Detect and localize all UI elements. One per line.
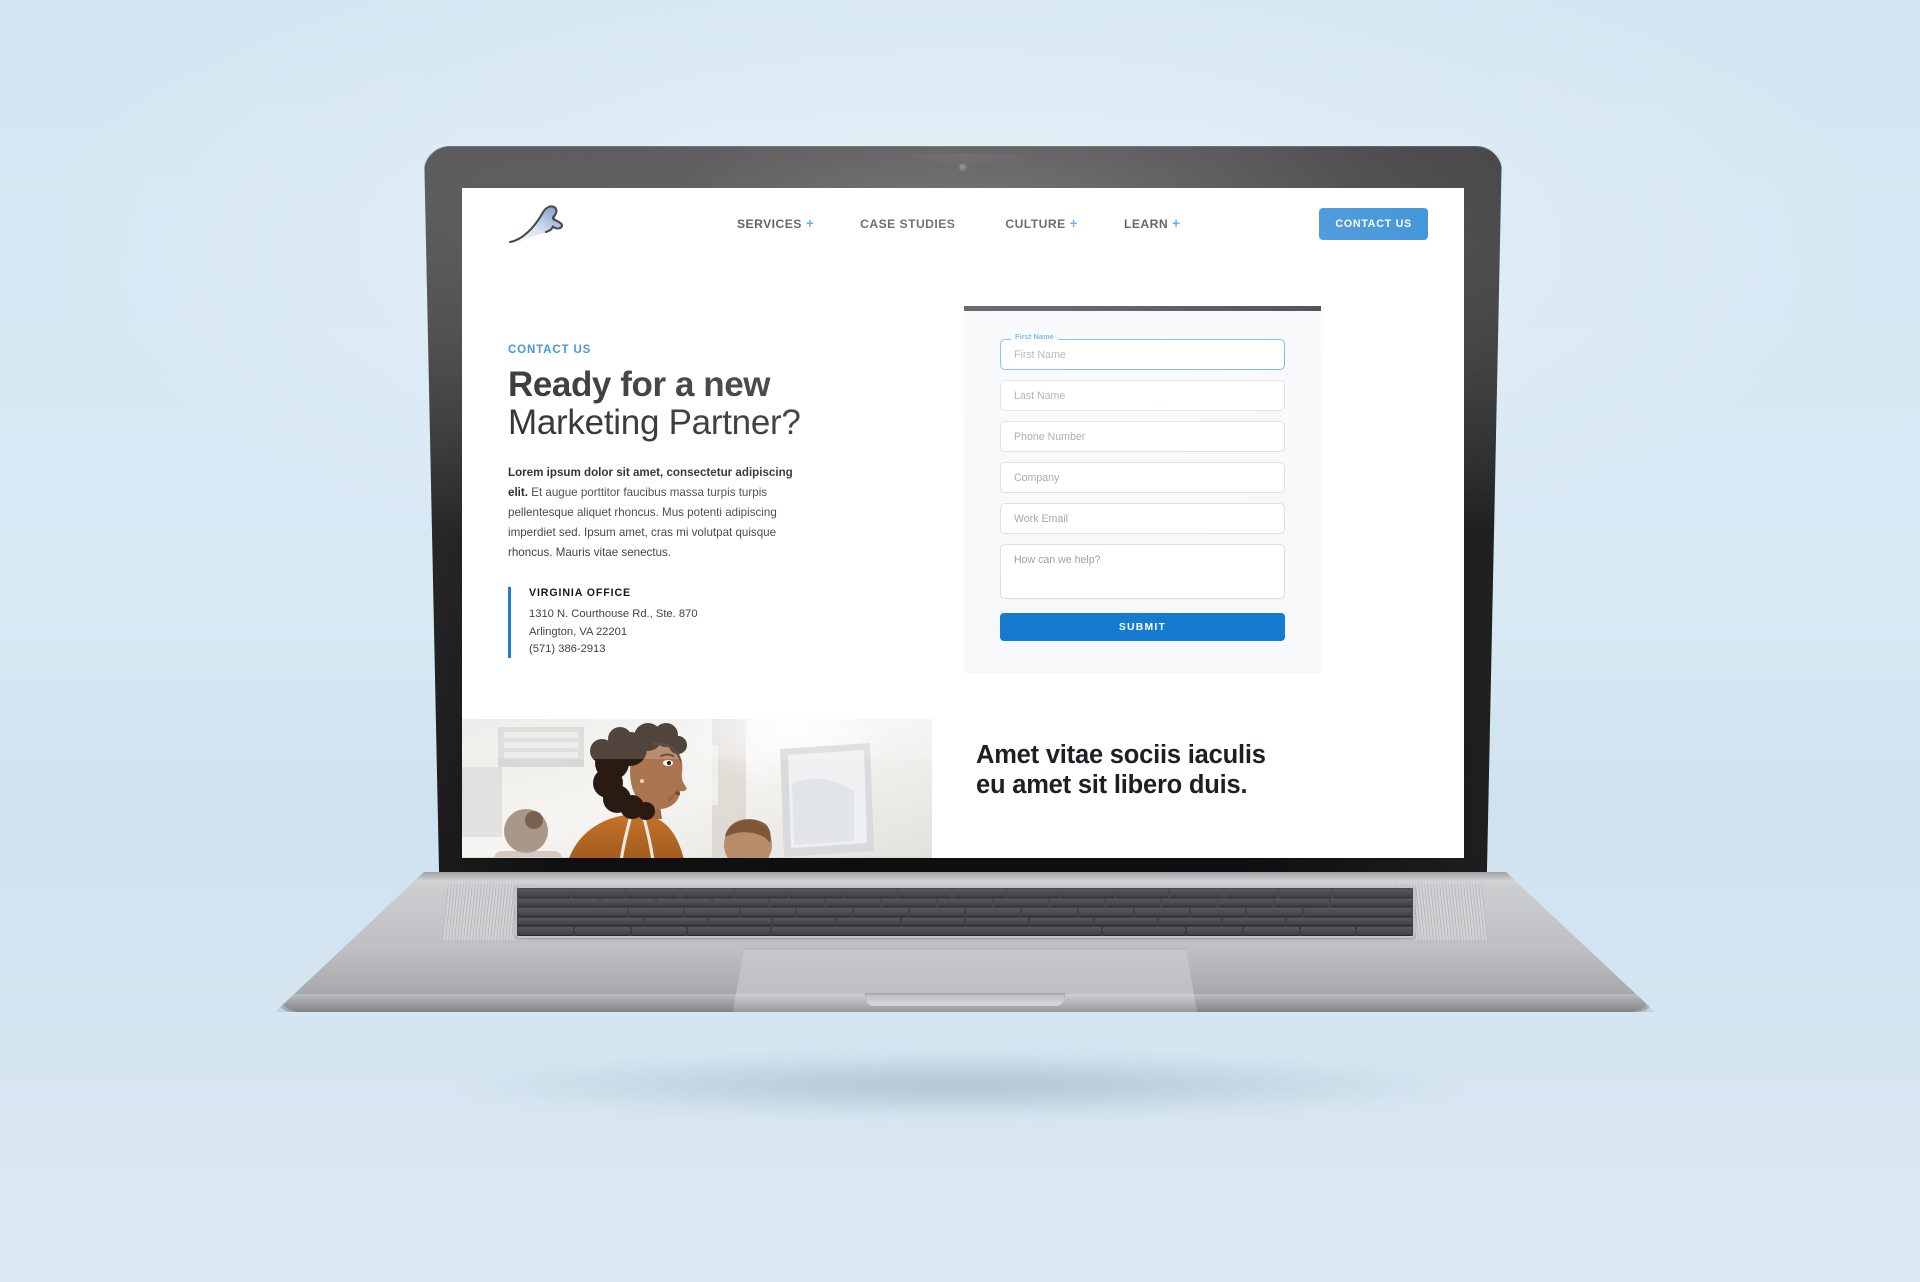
keyboard-row (518, 927, 1412, 935)
keyboard-row (518, 908, 1412, 916)
message-textarea[interactable]: How can we help? (1000, 544, 1285, 599)
keyboard-row (518, 889, 1412, 897)
field-phone-number: Phone Number (1000, 421, 1285, 452)
office-name: VIRGINIA OFFICE (529, 587, 631, 600)
laptop-hinge (407, 872, 1523, 881)
screen-viewport: SERVICES + CASE STUDIES CULTURE + LEARN … (462, 188, 1464, 858)
keyboard[interactable] (515, 886, 1415, 938)
field-company: Company (1000, 462, 1285, 493)
section-eyebrow: CONTACT US (508, 344, 592, 356)
intro-rest: Et augue porttitor faucibus massa turpis… (508, 485, 777, 560)
keyboard-row (518, 898, 1412, 907)
contact-section: CONTACT US Ready for a new Marketing Par… (462, 260, 1464, 673)
contact-copy-column: CONTACT US Ready for a new Marketing Par… (508, 306, 908, 673)
intro-paragraph: Lorem ipsum dolor sit amet, consectetur … (508, 463, 808, 564)
plus-icon: + (1069, 216, 1078, 232)
site-header: SERVICES + CASE STUDIES CULTURE + LEARN … (462, 188, 1464, 260)
scene-backdrop: SERVICES + CASE STUDIES CULTURE + LEARN … (0, 0, 1920, 1282)
keyboard-row (518, 917, 1412, 926)
submit-button[interactable]: SUBMIT (1000, 613, 1285, 641)
office-city-state-zip: Arlington, VA 22201 (529, 625, 628, 638)
first-name-input[interactable]: First Name (1000, 339, 1285, 370)
page-title-line2: Marketing Partner? (508, 403, 801, 443)
nav-label: CASE STUDIES (860, 217, 956, 231)
band-heading: Amet vitae sociis iaculis eu amet sit li… (932, 719, 1464, 800)
webcam-icon (959, 164, 967, 171)
page-title-line1: Ready for a new (508, 365, 771, 404)
field-message: How can we help? (1000, 544, 1285, 599)
first-name-floating-label: First Name (1011, 333, 1058, 340)
nav-item-services[interactable]: SERVICES + (737, 217, 814, 231)
nav-item-culture[interactable]: CULTURE + (1005, 217, 1078, 231)
phone-number-input[interactable]: Phone Number (1000, 421, 1285, 452)
work-email-input[interactable]: Work Email (1000, 503, 1285, 534)
nav-item-learn[interactable]: LEARN + (1124, 217, 1180, 231)
nav-label: SERVICES (736, 217, 802, 231)
band-heading-line2: eu amet sit libero duis. (976, 770, 1248, 799)
field-first-name: First Name First Name (1000, 333, 1285, 370)
company-input[interactable]: Company (1000, 462, 1285, 493)
last-name-input[interactable]: Last Name (1000, 380, 1285, 411)
bottom-band: Amet vitae sociis iaculis eu amet sit li… (462, 719, 1464, 858)
plus-icon: + (805, 216, 815, 232)
nav-label: LEARN (1123, 217, 1169, 231)
field-work-email: Work Email (1000, 503, 1285, 534)
contact-form-panel: First Name First Name Last Name Phone Nu… (964, 306, 1321, 673)
base-open-notch (865, 993, 1065, 1006)
office-phone[interactable]: (571) 386-2913 (529, 641, 908, 658)
nav-item-case-studies[interactable]: CASE STUDIES (860, 217, 959, 231)
laptop-base (275, 872, 1655, 1012)
office-street: 1310 N. Courthouse Rd., Ste. 870 (529, 608, 698, 621)
laptop-lid: SERVICES + CASE STUDIES CULTURE + LEARN … (424, 146, 1502, 874)
plus-icon: + (1172, 216, 1181, 232)
company-logo-icon[interactable] (508, 198, 574, 250)
header-contact-us-button[interactable]: CONTACT US (1319, 208, 1428, 240)
office-team-photo (462, 719, 932, 858)
floor-shadow (250, 1040, 1670, 1130)
nav-label: CULTURE (1005, 217, 1066, 231)
field-last-name: Last Name (1000, 380, 1285, 411)
main-nav: SERVICES + CASE STUDIES CULTURE + LEARN … (713, 217, 1180, 231)
band-heading-line1: Amet vitae sociis iaculis (976, 741, 1266, 769)
office-address-block: VIRGINIA OFFICE 1310 N. Courthouse Rd., … (508, 587, 908, 658)
